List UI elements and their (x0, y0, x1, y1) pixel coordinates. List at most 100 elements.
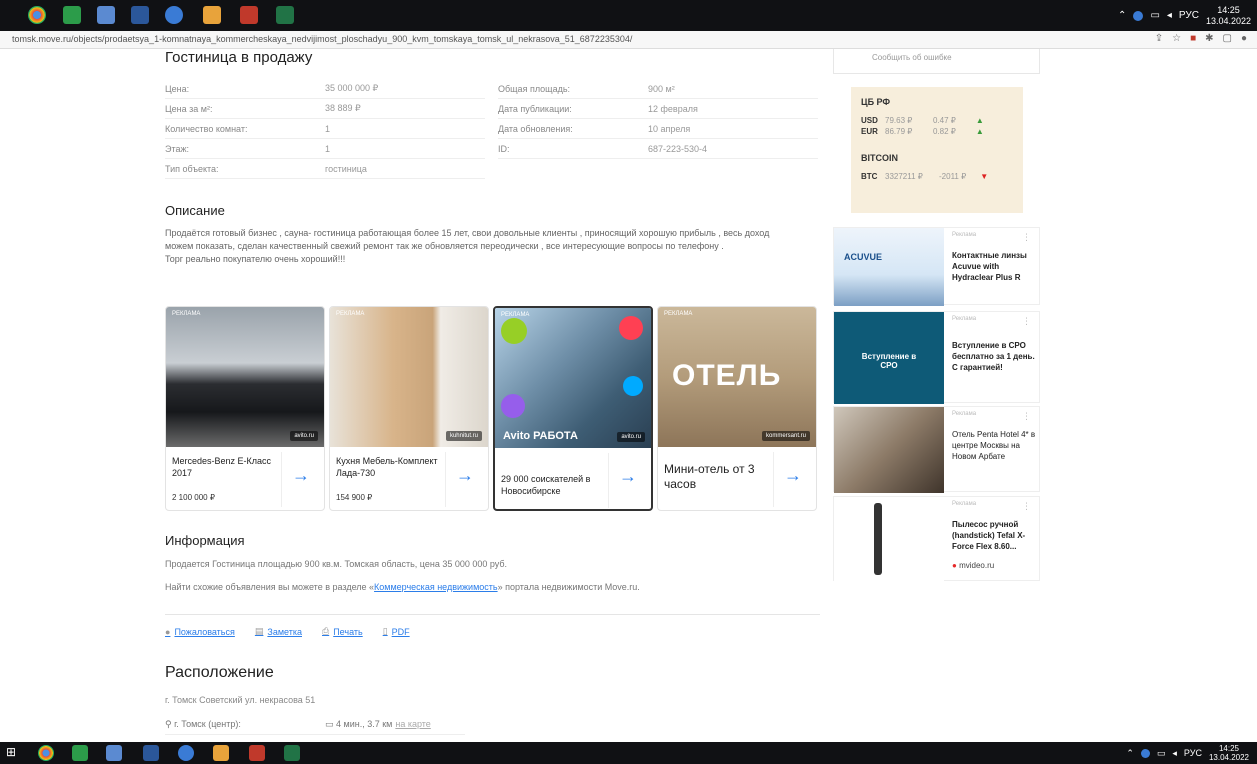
prop-row-rooms: Количество комнат: 1 (165, 119, 485, 139)
bookmark-star-icon[interactable]: ☆ (1172, 33, 1181, 44)
excel-icon[interactable] (276, 6, 294, 24)
more-icon[interactable]: ⋮ (1022, 501, 1031, 512)
sidepanel-icon[interactable]: ▢ (1223, 33, 1232, 44)
divider (165, 614, 820, 615)
clock-date: 13.04.2022 (1208, 753, 1249, 762)
clock-date: 13.04.2022 (1205, 15, 1251, 26)
excel-icon[interactable] (284, 745, 300, 761)
network-icon[interactable]: ▭ (1157, 748, 1166, 759)
prop-value: 900 м² (648, 83, 675, 94)
complain-button[interactable]: ● Пожаловаться (165, 626, 235, 637)
card-divider (773, 452, 774, 507)
extensions-icon[interactable]: ✱ (1205, 33, 1213, 44)
tray-app-icon[interactable] (1140, 748, 1150, 758)
ad-label: РЕКЛАМА (172, 311, 201, 317)
ad-card-car[interactable]: РЕКЛАМА avito.ru Mercedes-Benz E-Класс 2… (165, 306, 325, 511)
arrow-right-icon[interactable]: → (456, 465, 474, 486)
profile-icon[interactable]: ● (1241, 33, 1247, 44)
arrow-right-icon[interactable]: → (292, 465, 310, 486)
prop-row-floor: Этаж: 1 (165, 139, 485, 159)
vacuum-image (834, 497, 944, 582)
language-indicator[interactable]: РУС (1179, 10, 1199, 21)
tray-app-icon[interactable] (1133, 10, 1144, 21)
tray-chevron-icon[interactable]: ⌃ (1126, 748, 1134, 759)
hotel-banner: ОТЕЛЬ (672, 359, 782, 392)
location-title: Расположение (165, 664, 274, 681)
arrow-right-icon[interactable]: → (619, 466, 637, 487)
map-link[interactable]: на карте (395, 719, 430, 729)
start-icon[interactable]: ⊞ (6, 745, 22, 761)
clock[interactable]: 14:25 13.04.2022 (1206, 5, 1251, 27)
ad-card-kitchen[interactable]: РЕКЛАМА kuhnitut.ru Кухня Мебель-Комплек… (329, 306, 489, 511)
sidebar-top-box[interactable]: Сообщить об ошибке (833, 49, 1040, 74)
rate-value: 86.79 ₽ (885, 127, 913, 136)
file-explorer-icon[interactable] (97, 6, 115, 24)
chart-app-icon[interactable] (203, 6, 221, 24)
avito-banner: Avito РАБОТА (503, 430, 578, 442)
prop-label: Этаж: (165, 143, 190, 154)
browser-icon[interactable] (165, 6, 183, 24)
prop-row-price-per-m2: Цена за м²: 38 889 ₽ (165, 99, 485, 119)
pdf-icon[interactable] (240, 6, 258, 24)
tray-chevron-icon[interactable]: ⌃ (1118, 10, 1126, 21)
pdf-icon[interactable] (249, 745, 265, 761)
rate-row-usd: USD 79.63 ₽ 0.47 ₽ ▲ (861, 115, 1013, 126)
card-caption: Mercedes-Benz E-Класс 2017 (172, 456, 272, 478)
volume-icon[interactable]: ◂ (1167, 10, 1172, 21)
word-icon[interactable] (143, 745, 159, 761)
rate-code: EUR (861, 127, 878, 136)
sidebar-ad-sro[interactable]: Вступление в СРО Реклама ⋮ Вступление в … (833, 311, 1040, 404)
prop-label: Общая площадь: (498, 83, 571, 94)
chart-app-icon[interactable] (213, 745, 229, 761)
more-icon[interactable]: ⋮ (1022, 316, 1031, 327)
sidebar-ad-hotel[interactable]: Реклама ⋮ Отель Penta Hotel 4* в центре … (833, 406, 1040, 493)
sidebar-ad-acuvue[interactable]: ACUVUE Реклама ⋮ Контактные линзы Acuvue… (833, 227, 1040, 306)
ad-label: Реклама (952, 232, 977, 238)
word-icon[interactable] (131, 6, 149, 24)
card-price: 154 900 ₽ (336, 493, 373, 502)
language-indicator[interactable]: РУС (1184, 748, 1202, 758)
sidebar-top-text[interactable]: Сообщить об ошибке (872, 53, 952, 62)
network-icon[interactable]: ▭ (1150, 10, 1159, 21)
app-icon[interactable] (63, 6, 81, 24)
location-row: ⚲ г. Томск (центр): ▭ 4 мин., 3.7 км на к… (165, 719, 465, 735)
browser-icon[interactable] (178, 745, 194, 761)
ad-card-hotel[interactable]: РЕКЛАМА ОТЕЛЬ kommersant.ru Мини-отель о… (657, 306, 817, 511)
more-icon[interactable]: ⋮ (1022, 232, 1031, 243)
sro-brand: Вступление в СРО (861, 352, 917, 370)
pdf-button[interactable]: ▯ PDF (383, 626, 410, 637)
address-bar[interactable]: tomsk.move.ru/objects/prodaetsya_1-komna… (0, 31, 1257, 49)
clock[interactable]: 14:25 13.04.2022 (1209, 744, 1249, 762)
rate-code: USD (861, 116, 878, 125)
pin-icon: ⚲ (165, 719, 175, 729)
prop-label: Дата обновления: (498, 123, 573, 134)
car-icon: ▭ (325, 719, 337, 729)
print-button[interactable]: ⎙ Печать (322, 626, 363, 637)
info-line-2: Найти схожие объявления вы можете в разд… (165, 582, 640, 592)
arrow-right-icon[interactable]: → (784, 465, 802, 486)
commercial-realty-link[interactable]: Коммерческая недвижимость (374, 582, 498, 592)
ad-text: Пылесос ручной (handstick) Tefal X-Force… (952, 520, 1026, 551)
prop-label: Количество комнат: (165, 123, 248, 134)
app-icon[interactable] (72, 745, 88, 761)
chrome-icon[interactable] (38, 745, 54, 761)
rate-row-btc: BTC 3327211 ₽ -2011 ₽ ▼ (861, 171, 1013, 182)
file-explorer-icon[interactable] (106, 745, 122, 761)
chrome-icon[interactable] (28, 6, 46, 24)
volume-icon[interactable]: ◂ (1172, 748, 1177, 759)
prop-value: 10 апреля (648, 123, 691, 134)
info-title: Информация (165, 533, 245, 548)
share-icon[interactable]: ⇪ (1155, 33, 1163, 44)
ad-card-avito-jobs[interactable]: РЕКЛАМА Avito РАБОТА avito.ru 29 000 сои… (493, 306, 653, 511)
print-label: Печать (333, 626, 363, 637)
card-divider (281, 452, 282, 507)
description-title: Описание (165, 203, 225, 218)
pdf-extension-icon[interactable]: ■ (1190, 33, 1196, 44)
note-button[interactable]: ▤ Заметка (255, 626, 302, 637)
url-text[interactable]: tomsk.move.ru/objects/prodaetsya_1-komna… (12, 34, 632, 44)
more-icon[interactable]: ⋮ (1022, 411, 1031, 422)
sidebar-ad-vacuum[interactable]: Реклама ⋮ Пылесос ручной (handstick) Tef… (833, 496, 1040, 582)
complain-label: Пожаловаться (174, 626, 235, 637)
acuvue-brand: ACUVUE (844, 252, 883, 262)
avito-jobs-image: РЕКЛАМА Avito РАБОТА avito.ru (495, 308, 651, 448)
